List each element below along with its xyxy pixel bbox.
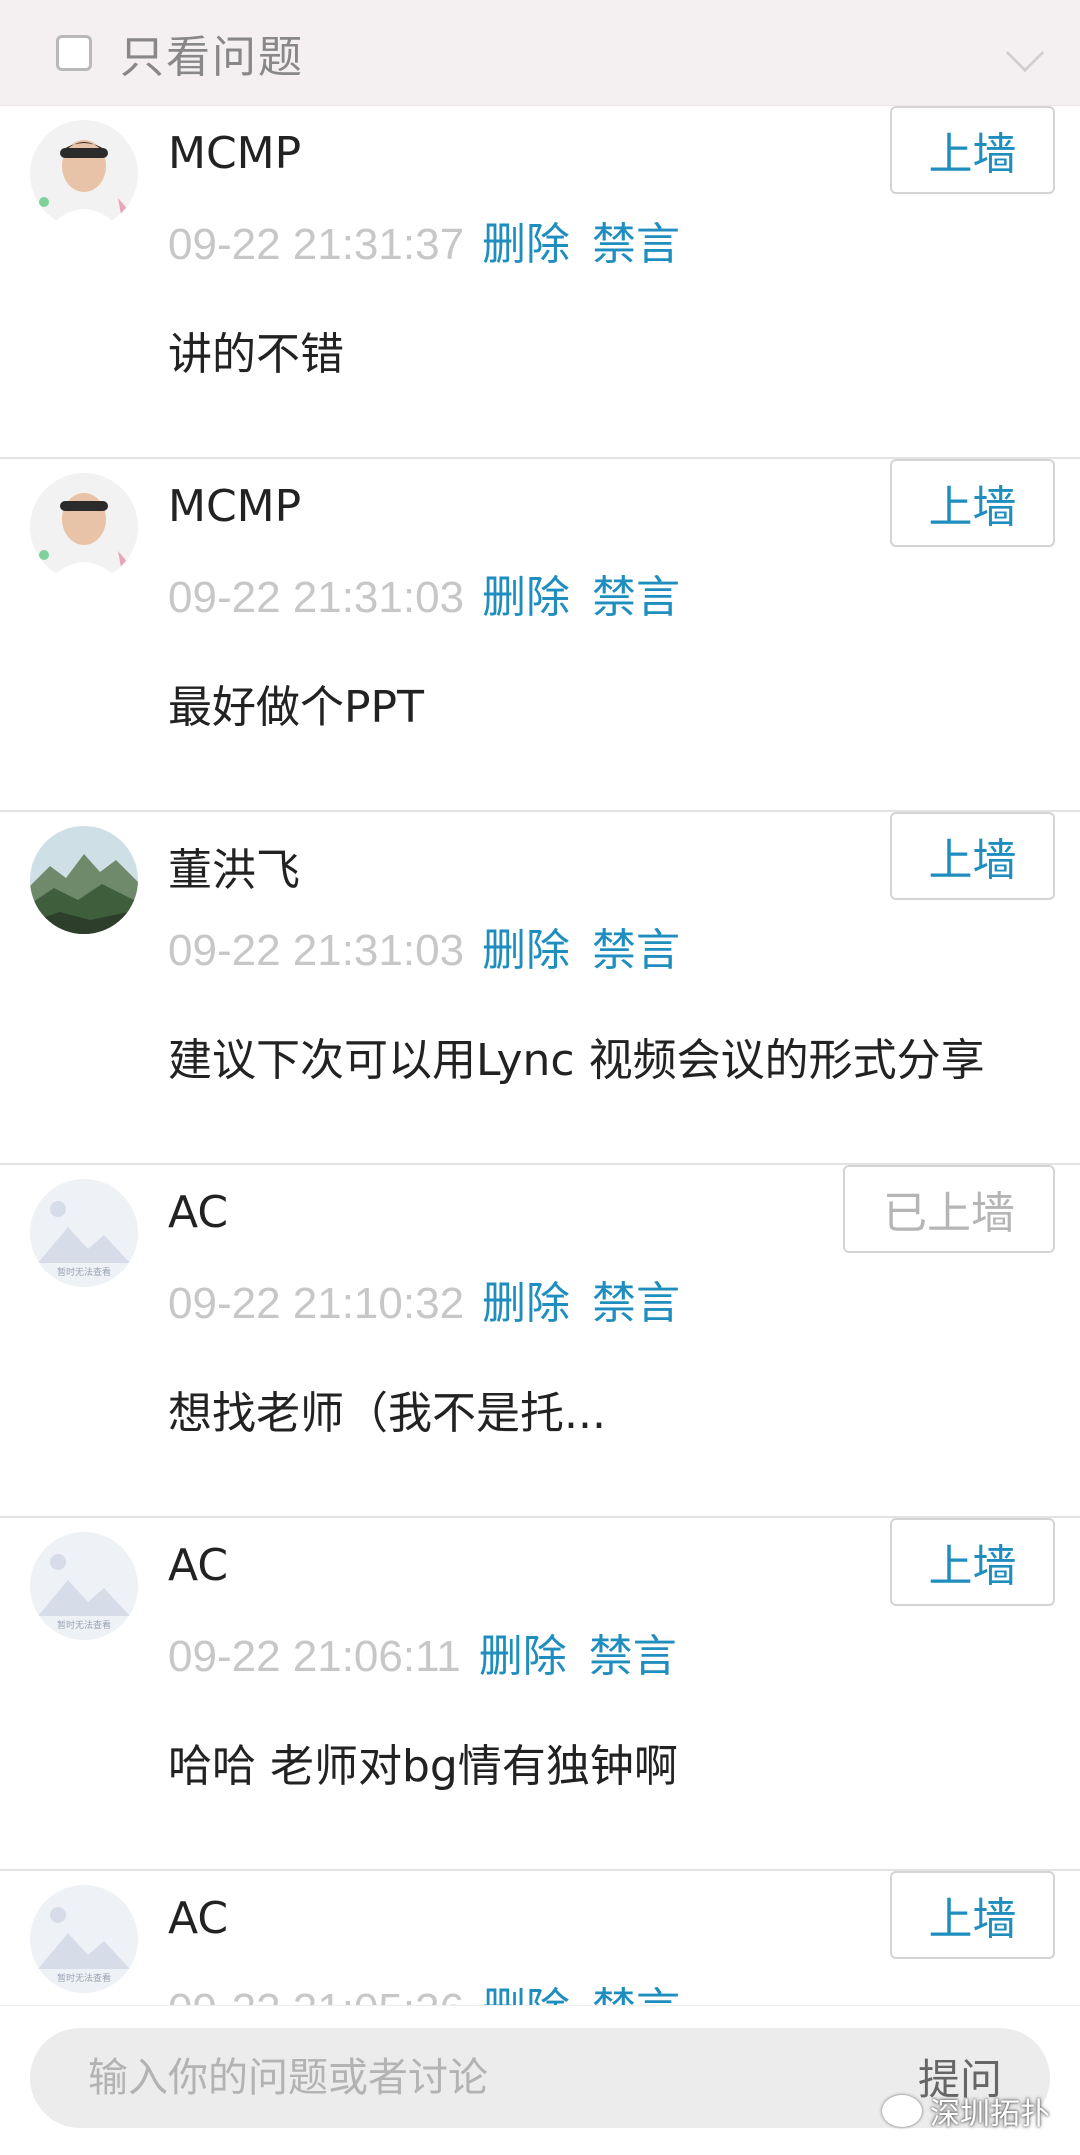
- comment-meta: 09-22 21:06:11 删除 禁言: [168, 1620, 677, 1684]
- delete-button[interactable]: 删除: [482, 572, 570, 623]
- delete-button[interactable]: 删除: [482, 925, 570, 976]
- user-name: MCMP: [168, 481, 302, 532]
- delete-button[interactable]: 删除: [482, 219, 570, 270]
- user-avatar[interactable]: [30, 473, 138, 581]
- comment-meta: 09-22 21:31:03 删除 禁言: [168, 914, 680, 978]
- comment-meta: 09-22 21:31:37 删除 禁言: [168, 208, 680, 272]
- filter-bar: 只看问题: [0, 0, 1080, 106]
- delete-button[interactable]: 删除: [482, 1984, 570, 2006]
- mute-button[interactable]: 禁言: [589, 1631, 677, 1682]
- placeholder-avatar[interactable]: 暂时无法查看: [30, 1532, 138, 1640]
- comment-meta: 09-22 21:31:03 删除 禁言: [168, 561, 680, 625]
- mute-button[interactable]: 禁言: [592, 219, 680, 270]
- watermark: 深圳拓扑: [882, 2089, 1050, 2133]
- comment-timestamp: 09-22 21:10:32: [168, 1279, 465, 1328]
- comment-item: 暂时无法查看 AC 09-22 21:05:36 删除禁言 上墙: [0, 1871, 1080, 2006]
- user-name: AC: [168, 1893, 229, 1944]
- only-questions-label[interactable]: 只看问题: [120, 21, 304, 85]
- comment-timestamp: 09-22 21:06:11: [168, 1632, 461, 1681]
- comment-text: 想找老师（我不是托...: [168, 1388, 606, 1439]
- composer-bar: 提问 深圳拓扑: [0, 2005, 1080, 2155]
- comment-timestamp: 09-22 21:31:03: [168, 573, 465, 622]
- comment-item: 暂时无法查看 AC 09-22 21:10:32 删除 禁言 想找老师（我不是托..…: [0, 1165, 1080, 1518]
- comment-text: 哈哈 老师对bg情有独钟啊: [168, 1741, 678, 1792]
- comment-item: MCMP 09-22 21:31:03 删除 禁言 最好做个PPT 上墙: [0, 459, 1080, 812]
- mute-button[interactable]: 禁言: [592, 1984, 680, 2006]
- question-input[interactable]: [88, 2048, 848, 2108]
- comment-timestamp: 09-22 21:31:37: [168, 220, 465, 269]
- comment-timestamp: 09-22 21:31:03: [168, 926, 465, 975]
- comment-item: 暂时无法查看 AC 09-22 21:06:11 删除 禁言 哈哈 老师对bg情有独…: [0, 1518, 1080, 1871]
- comment-text: 最好做个PPT: [168, 682, 424, 733]
- avatar-placeholder-text: 暂时无法查看: [57, 1972, 111, 1984]
- comment-feed[interactable]: MCMP 09-22 21:31:37 删除 禁言 讲的不错 上墙 MCMP 09-…: [0, 106, 1080, 2006]
- comment-text: 建议下次可以用Lync 视频会议的形式分享: [168, 1035, 985, 1086]
- placeholder-avatar[interactable]: 暂时无法查看: [30, 1885, 138, 1993]
- user-name: 董洪飞: [168, 845, 300, 896]
- comment-item: 董洪飞 09-22 21:31:03 删除 禁言 建议下次可以用Lync 视频会议的…: [0, 812, 1080, 1165]
- pin-to-wall-button[interactable]: 上墙: [890, 1871, 1055, 1959]
- pin-to-wall-button[interactable]: 上墙: [890, 812, 1055, 900]
- watermark-text: 深圳拓扑: [930, 2097, 1050, 2132]
- delete-button[interactable]: 删除: [479, 1631, 567, 1682]
- chevron-down-icon[interactable]: [1005, 33, 1045, 73]
- mute-button[interactable]: 禁言: [592, 925, 680, 976]
- pinned-to-wall-button[interactable]: 已上墙: [843, 1165, 1055, 1253]
- user-avatar[interactable]: [30, 826, 138, 934]
- comment-text: 讲的不错: [168, 329, 344, 380]
- avatar-placeholder-text: 暂时无法查看: [57, 1619, 111, 1631]
- user-name: AC: [168, 1540, 229, 1591]
- pin-to-wall-button[interactable]: 上墙: [890, 1518, 1055, 1606]
- user-name: MCMP: [168, 128, 302, 179]
- pin-to-wall-button[interactable]: 上墙: [890, 459, 1055, 547]
- comment-item: MCMP 09-22 21:31:37 删除 禁言 讲的不错 上墙: [0, 106, 1080, 459]
- delete-button[interactable]: 删除: [482, 1278, 570, 1329]
- user-name: AC: [168, 1187, 229, 1238]
- comment-timestamp: 09-22 21:05:36: [168, 1985, 464, 2006]
- mute-button[interactable]: 禁言: [592, 572, 680, 623]
- placeholder-avatar[interactable]: 暂时无法查看: [30, 1179, 138, 1287]
- comment-meta: 09-22 21:05:36 删除禁言: [168, 1973, 680, 2006]
- wechat-icon: [882, 2095, 922, 2127]
- user-avatar[interactable]: [30, 120, 138, 228]
- avatar-placeholder-text: 暂时无法查看: [57, 1266, 111, 1278]
- only-questions-checkbox[interactable]: [56, 34, 92, 71]
- comment-meta: 09-22 21:10:32 删除 禁言: [168, 1267, 680, 1331]
- pin-to-wall-button[interactable]: 上墙: [890, 106, 1055, 194]
- mute-button[interactable]: 禁言: [592, 1278, 680, 1329]
